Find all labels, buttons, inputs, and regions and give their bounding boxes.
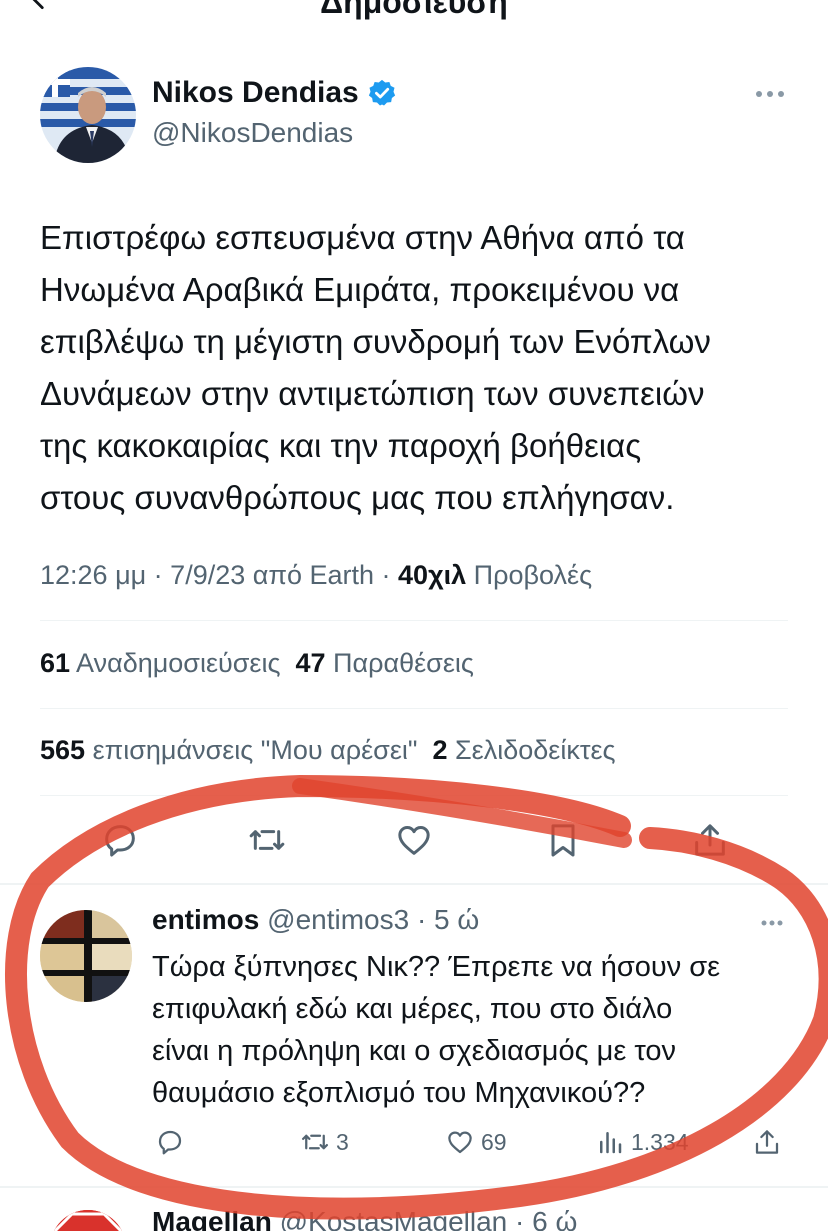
divider xyxy=(0,1186,828,1188)
like-icon xyxy=(448,1131,472,1154)
bookmarks-count: 2 xyxy=(432,735,448,765)
reply-icon[interactable] xyxy=(100,820,140,860)
views-label: Προβολές xyxy=(466,560,593,590)
quotes-label[interactable]: Παραθέσεις xyxy=(326,648,474,678)
reply-header: entimos @entimos3 · 5 ώ xyxy=(152,904,479,936)
tweet-line: Ηνωμένα Αραβικά Εμιράτα, προκειμένου να xyxy=(40,271,680,308)
retweet-icon[interactable] xyxy=(247,820,287,860)
tweet-line: Δυνάμεων στην αντιμετώπιση των συνεπειών xyxy=(40,375,705,412)
reply-views-action[interactable]: 1.334 xyxy=(595,1126,689,1158)
reply-line: Τώρα ξύπνησες Νικ?? Έπρεπε να ήσουν σε xyxy=(152,951,721,983)
retweet-quote-stats: 61 Αναδημοσιεύσεις 47 Παραθέσεις xyxy=(40,648,474,679)
likes-label[interactable]: επισημάνσεις "Μου αρέσει" xyxy=(85,735,418,765)
reply-line: είναι η πρόληψη και ο σχεδιασμός με τον xyxy=(152,1035,677,1067)
next-reply-header: Magellan @KostasMagellan · 6 ώ xyxy=(152,1206,577,1231)
reply-like-count: 69 xyxy=(481,1128,507,1155)
reply-more-options-icon[interactable] xyxy=(760,919,784,927)
tweet-line: Επιστρέφω εσπευσμένα στην Αθήνα από τα xyxy=(40,219,685,256)
likes-count[interactable]: 565 xyxy=(40,735,85,765)
tweet-line: της κακοκαιρίας και την παροχή βοήθειας xyxy=(40,427,642,464)
tweet-line: επιβλέψω τη μέγιστη συνδρομή των Ενόπλων xyxy=(40,323,711,360)
next-reply-handle-time[interactable]: @KostasMagellan · 6 ώ xyxy=(272,1206,578,1231)
reply-retweet-count: 3 xyxy=(336,1128,349,1155)
bookmark-icon[interactable] xyxy=(543,820,583,860)
divider xyxy=(0,883,828,885)
tweet-line: στους συνανθρώπους μας που επλήγησαν. xyxy=(40,479,675,516)
tweet-text: Επιστρέφω εσπευσμένα στην Αθήνα από τα Η… xyxy=(40,212,800,524)
next-reply-avatar[interactable] xyxy=(50,1210,126,1231)
views-count: 40χιλ xyxy=(398,560,467,590)
page-title: Δημοσίευση xyxy=(320,0,508,20)
reply-handle-time[interactable]: @entimos3 · 5 ώ xyxy=(259,904,479,935)
like-icon[interactable] xyxy=(394,820,434,860)
divider xyxy=(40,708,788,709)
share-icon[interactable] xyxy=(690,820,730,860)
avatar-image xyxy=(40,910,132,1002)
reply-share-action[interactable] xyxy=(752,1126,788,1158)
reply-line: θαυμάσιο εξοπλισμό του Μηχανικού?? xyxy=(152,1077,646,1109)
divider xyxy=(40,795,788,796)
author-name[interactable]: Nikos Dendias xyxy=(152,76,397,110)
author-name-text: Nikos Dendias xyxy=(152,76,359,109)
divider xyxy=(40,620,788,621)
reply-avatar[interactable] xyxy=(40,910,132,1002)
reply-line: επιφυλακή εδώ και μέρες, που στο διάλο xyxy=(152,993,673,1025)
reply-text: Τώρα ξύπνησες Νικ?? Έπρεπε να ήσουν σε ε… xyxy=(152,946,802,1114)
next-reply-author-name[interactable]: Magellan xyxy=(152,1206,272,1231)
top-bar: Δημοσίευση xyxy=(0,0,828,20)
verified-badge-icon xyxy=(368,79,395,106)
bookmarks-label: Σελιδοδείκτες xyxy=(447,735,616,765)
likes-bookmarks-stats: 565 επισημάνσεις "Μου αρέσει" 2 Σελιδοδε… xyxy=(40,735,616,766)
reply-author-name[interactable]: entimos xyxy=(152,904,259,935)
quotes-count[interactable]: 47 xyxy=(296,648,326,678)
avatar-image xyxy=(50,1210,126,1231)
reply-icon xyxy=(158,1130,182,1155)
retweet-icon xyxy=(302,1134,328,1150)
author-avatar[interactable] xyxy=(40,67,136,163)
timestamp-source[interactable]: 12:26 μμ · 7/9/23 από Earth · xyxy=(40,560,398,590)
reply-retweet-action[interactable]: 3 xyxy=(300,1126,349,1158)
more-options-icon[interactable] xyxy=(754,88,786,100)
views-chart-icon xyxy=(600,1132,622,1154)
reply-reply-action[interactable] xyxy=(155,1126,191,1158)
retweets-label[interactable]: Αναδημοσιεύσεις xyxy=(70,648,280,678)
reply-like-action[interactable]: 69 xyxy=(445,1126,507,1158)
avatar-image xyxy=(40,67,136,163)
tweet-meta: 12:26 μμ · 7/9/23 από Earth · 40χιλ Προβ… xyxy=(40,560,592,591)
author-handle[interactable]: @NikosDendias xyxy=(152,117,353,149)
retweets-count[interactable]: 61 xyxy=(40,648,70,678)
reply-views-count: 1.334 xyxy=(631,1128,689,1155)
share-icon xyxy=(755,1130,779,1154)
